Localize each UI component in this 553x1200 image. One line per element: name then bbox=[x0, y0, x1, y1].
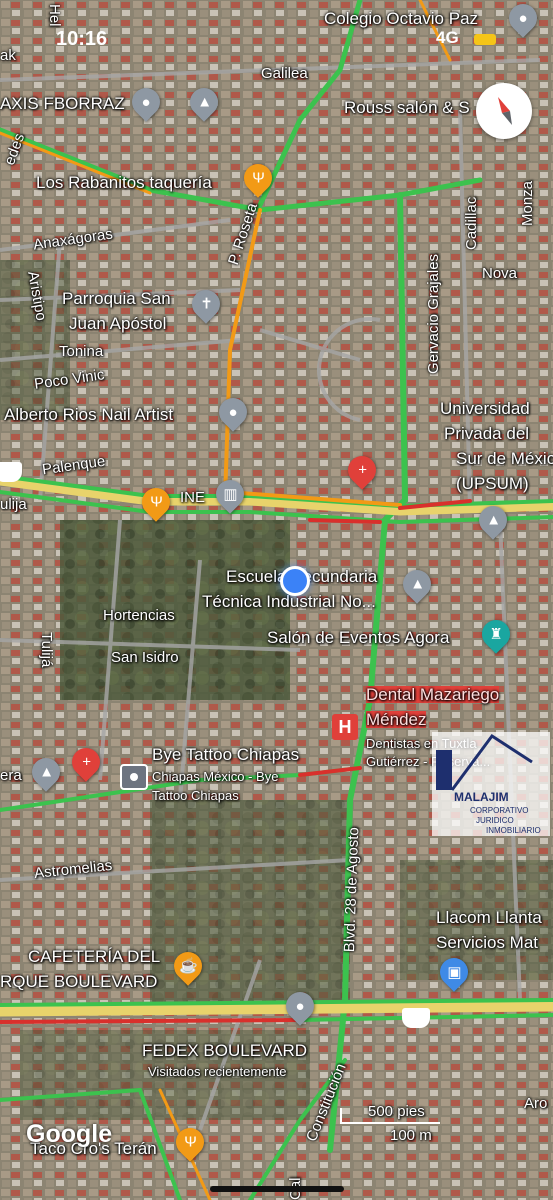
street-label: San Isidro bbox=[111, 649, 179, 666]
street-label: Tulijá bbox=[38, 632, 55, 668]
highway-shield bbox=[402, 1008, 430, 1028]
map-label[interactable]: Alberto Rios Nail Artist bbox=[4, 406, 173, 423]
map-label[interactable]: Salón de Eventos Agora bbox=[267, 629, 449, 646]
street-label: Cadillac bbox=[463, 196, 480, 250]
map-label[interactable]: FEDEX BOULEVARD bbox=[142, 1042, 307, 1059]
scale-bar: 500 pies 100 m bbox=[340, 1104, 440, 1144]
street-label: Blvd. 28 de Agosto bbox=[341, 826, 363, 953]
pin-icon: ● bbox=[228, 403, 238, 421]
school-icon: ▲ bbox=[409, 575, 425, 593]
scale-imperial: 500 pies bbox=[368, 1103, 425, 1120]
map-label[interactable]: Rouss salón & S bbox=[344, 99, 470, 116]
map-label[interactable]: Colegio Octavio Paz bbox=[324, 10, 478, 27]
business-logo[interactable]: MALAJIM CORPORATIVO JURIDICO INMOBILIARI… bbox=[432, 732, 550, 836]
logo-line: JURIDICO bbox=[476, 816, 514, 825]
map-label[interactable]: Parroquia San bbox=[62, 290, 171, 307]
status-network: 4G bbox=[436, 28, 459, 47]
scale-metric: 100 m bbox=[390, 1127, 432, 1144]
pin-icon: ● bbox=[141, 93, 151, 111]
highway-shield bbox=[0, 462, 22, 482]
map-label[interactable]: CAFETERÍA DEL bbox=[28, 948, 160, 965]
map-label[interactable]: Servicios Mat bbox=[436, 934, 538, 951]
street-label: Hel bbox=[46, 4, 63, 27]
street-label: Tonina bbox=[59, 343, 104, 360]
map-label[interactable]: Juan Apóstol bbox=[69, 315, 166, 332]
status-time: 10:16 bbox=[56, 28, 108, 50]
map-label[interactable]: Llacom Llanta bbox=[436, 909, 542, 926]
logo-line: INMOBILIARIO bbox=[486, 826, 541, 835]
school-icon: ▲ bbox=[485, 511, 501, 529]
scale-line bbox=[340, 1122, 440, 1124]
map-label: Aro bbox=[524, 1095, 548, 1112]
street-label: ulija bbox=[0, 496, 27, 513]
pin-icon: ● bbox=[295, 997, 305, 1015]
map-label[interactable]: Dental Mazariego bbox=[366, 686, 500, 703]
fork-knife-icon: Ψ bbox=[149, 493, 163, 511]
logo-name: MALAJIM bbox=[454, 790, 509, 804]
street-label: Nova bbox=[482, 265, 518, 282]
hospital-icon: + bbox=[81, 753, 91, 771]
map-label[interactable]: Los Rabanitos taquería bbox=[36, 174, 212, 191]
pin-icon: ● bbox=[518, 9, 528, 27]
fork-knife-icon: Ψ bbox=[183, 1133, 197, 1151]
map-label: ak bbox=[0, 47, 16, 64]
map-label[interactable]: era bbox=[0, 768, 22, 783]
current-location-dot bbox=[280, 566, 310, 596]
street-label: Galilea bbox=[261, 65, 308, 82]
saved-place-marker[interactable] bbox=[120, 764, 148, 790]
coffee-icon: ☕ bbox=[178, 957, 198, 975]
home-indicator[interactable] bbox=[210, 1186, 344, 1192]
street-label: Gervacio Grajales bbox=[425, 253, 442, 374]
map-label[interactable]: RQUE BOULEVARD bbox=[0, 973, 157, 990]
hospital-h-marker[interactable]: H bbox=[332, 714, 358, 740]
government-icon: ▥ bbox=[222, 485, 238, 503]
map-label[interactable]: Méndez bbox=[366, 711, 427, 728]
map-label[interactable]: Privada del bbox=[444, 425, 529, 442]
dot-icon bbox=[130, 773, 138, 781]
map-sublabel: Visitados recientemente bbox=[148, 1064, 287, 1079]
shopping-bag-icon: ▣ bbox=[446, 963, 462, 981]
map-label[interactable]: INE bbox=[180, 490, 205, 505]
map-label[interactable]: Universidad bbox=[440, 400, 530, 417]
street-label: Monza bbox=[519, 180, 536, 226]
map-label[interactable]: Bye Tattoo Chiapas bbox=[152, 746, 299, 763]
google-logo: Google bbox=[26, 1120, 113, 1148]
map-label[interactable]: Técnica Industrial No... bbox=[202, 593, 376, 610]
map-label[interactable]: Sur de México bbox=[456, 450, 553, 467]
compass-icon bbox=[498, 97, 512, 125]
compass-button[interactable] bbox=[476, 83, 532, 139]
scale-tick bbox=[340, 1108, 342, 1124]
street-label: Hortencias bbox=[103, 607, 175, 624]
school-icon: ▲ bbox=[196, 93, 212, 111]
fork-knife-icon: Ψ bbox=[251, 169, 265, 187]
building-icon bbox=[436, 733, 533, 791]
map-label[interactable]: AXIS FBORRAZ bbox=[0, 95, 125, 112]
map-sublabel: Tattoo Chiapas bbox=[152, 788, 239, 803]
map-label[interactable]: (UPSUM) bbox=[456, 475, 529, 492]
school-icon: ▲ bbox=[38, 763, 54, 781]
h-icon: H bbox=[338, 716, 352, 737]
cross-icon: ✝ bbox=[199, 295, 213, 313]
castle-icon: ♜ bbox=[489, 625, 503, 643]
battery-icon bbox=[474, 34, 496, 45]
logo-line: CORPORATIVO bbox=[470, 806, 529, 815]
hospital-icon: + bbox=[357, 461, 367, 479]
map-sublabel: Chiapas México - Bye bbox=[152, 769, 279, 784]
